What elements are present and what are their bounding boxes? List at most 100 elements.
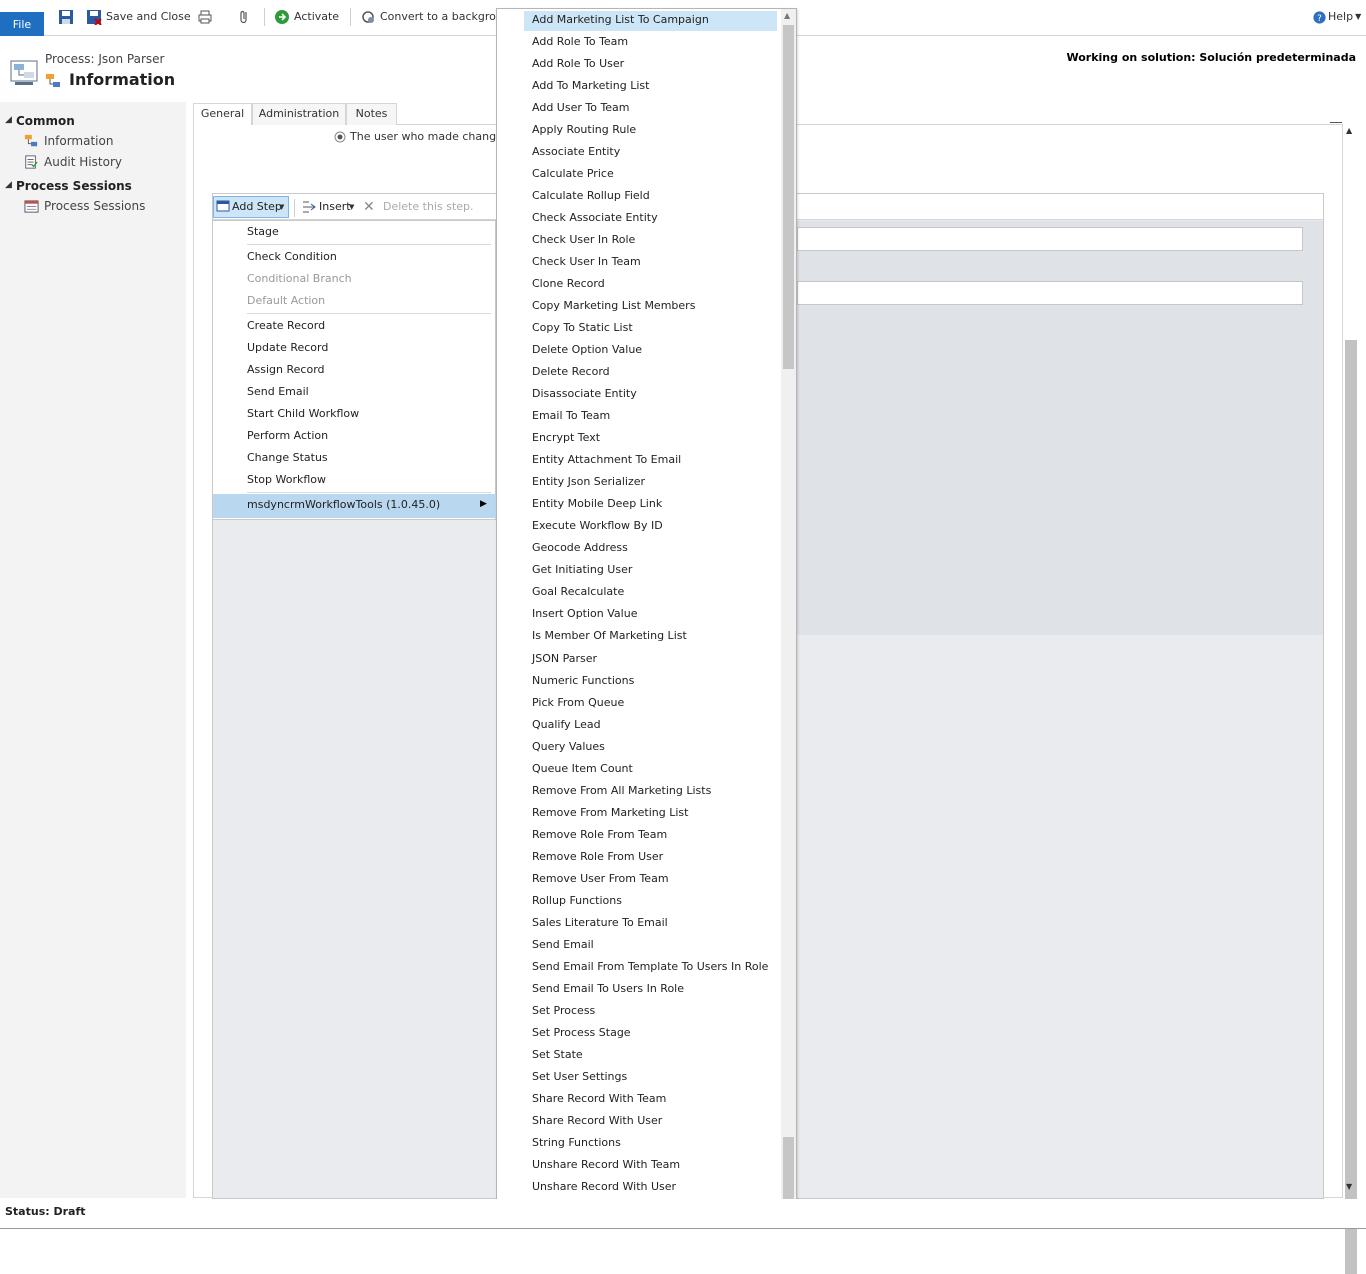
menu-item-start-child-workflow[interactable]: Start Child Workflow — [247, 407, 359, 420]
scroll-down-arrow-icon[interactable]: ▼ — [1346, 1182, 1352, 1191]
submenu-item[interactable]: Unshare Record With User — [532, 1180, 676, 1193]
tab-general[interactable]: General — [193, 103, 252, 125]
submenu-item[interactable]: Encrypt Text — [532, 431, 600, 444]
delete-step-button[interactable]: Delete this step. — [383, 200, 474, 213]
nav-section-common[interactable]: Common — [16, 114, 75, 128]
scrollbar-thumb[interactable] — [1345, 340, 1357, 1274]
menu-item-change-status[interactable]: Change Status — [247, 451, 328, 464]
convert-button[interactable]: Convert to a background — [360, 8, 517, 26]
submenu-item[interactable]: Delete Option Value — [532, 343, 642, 356]
collapse-triangle-icon[interactable]: ◢ — [5, 180, 12, 190]
submenu-item[interactable]: Add Role To Team — [532, 35, 628, 48]
submenu-item[interactable]: Copy Marketing List Members — [532, 299, 695, 312]
submenu-item[interactable]: Get Initiating User — [532, 563, 632, 576]
submenu-item[interactable]: Add Role To User — [532, 57, 624, 70]
add-step-label: Add Step — [232, 200, 282, 213]
submenu-item[interactable]: Unshare Record With Team — [532, 1158, 680, 1171]
scroll-up-arrow-icon[interactable]: ▲ — [1346, 126, 1352, 135]
radio-button[interactable] — [334, 131, 346, 146]
attach-icon[interactable] — [236, 8, 256, 26]
submenu-item[interactable]: Copy To Static List — [532, 321, 633, 334]
submenu-item[interactable]: Remove From Marketing List — [532, 806, 688, 819]
submenu-item[interactable]: Associate Entity — [532, 145, 620, 158]
submenu-item[interactable]: Set Process — [532, 1004, 595, 1017]
svg-text:?: ? — [1317, 13, 1322, 23]
submenu-item[interactable]: String Functions — [532, 1136, 621, 1149]
submenu-item[interactable]: Execute Workflow By ID — [532, 519, 663, 532]
help-icon: ? — [1313, 10, 1326, 23]
submenu-item[interactable]: Send Email — [532, 938, 594, 951]
nav-item-process-sessions[interactable]: Process Sessions — [44, 199, 145, 213]
submenu-item[interactable]: Remove Role From Team — [532, 828, 667, 841]
help-button[interactable]: ? Help ▼ — [1313, 8, 1361, 26]
submenu-item[interactable]: Entity Mobile Deep Link — [532, 497, 662, 510]
submenu-item[interactable]: Add User To Team — [532, 101, 630, 114]
menu-item-create-record[interactable]: Create Record — [247, 319, 325, 332]
submenu-item[interactable]: Calculate Price — [532, 167, 614, 180]
step-field[interactable] — [797, 281, 1303, 305]
submenu-item[interactable]: Delete Record — [532, 365, 610, 378]
activate-button[interactable]: Activate — [274, 8, 339, 26]
print-icon[interactable] — [197, 8, 217, 26]
nav-section-process-sessions[interactable]: Process Sessions — [16, 179, 132, 193]
submenu-item[interactable]: Sales Literature To Email — [532, 916, 668, 929]
submenu-item[interactable]: Apply Routing Rule — [532, 123, 636, 136]
submenu-item[interactable]: Qualify Lead — [532, 718, 601, 731]
submenu-item[interactable]: JSON Parser — [532, 652, 597, 665]
nav-item-audit-history[interactable]: Audit History — [44, 155, 122, 169]
submenu-item[interactable]: Check User In Role — [532, 233, 635, 246]
menu-item-stop-workflow[interactable]: Stop Workflow — [247, 473, 326, 486]
submenu-item[interactable]: Geocode Address — [532, 541, 628, 554]
page-scrollbar[interactable]: ▲ ▼ — [1343, 124, 1359, 1274]
submenu-item[interactable]: Remove User From Team — [532, 872, 669, 885]
scrollbar-thumb-lower[interactable] — [783, 1137, 794, 1205]
submenu-item[interactable]: Send Email To Users In Role — [532, 982, 684, 995]
submenu-item[interactable]: Remove From All Marketing Lists — [532, 784, 711, 797]
nav-item-information[interactable]: Information — [44, 134, 113, 148]
scroll-up-arrow-icon[interactable]: ▲ — [784, 11, 790, 20]
submenu-item[interactable]: Insert Option Value — [532, 607, 637, 620]
submenu-item[interactable]: Email To Team — [532, 409, 610, 422]
submenu-item[interactable]: Check User In Team — [532, 255, 641, 268]
submenu-item[interactable]: Set User Settings — [532, 1070, 627, 1083]
submenu-item[interactable]: Numeric Functions — [532, 674, 634, 687]
collapse-triangle-icon[interactable]: ◢ — [5, 115, 12, 125]
submenu-item[interactable]: Add Marketing List To Campaign — [532, 13, 709, 26]
submenu-item[interactable]: Remove Role From User — [532, 850, 663, 863]
menu-divider — [247, 492, 491, 493]
submenu-item[interactable]: Queue Item Count — [532, 762, 633, 775]
submenu-item[interactable]: Query Values — [532, 740, 605, 753]
file-button[interactable]: File — [0, 12, 44, 36]
menu-item-perform-action[interactable]: Perform Action — [247, 429, 328, 442]
submenu-item[interactable]: Entity Attachment To Email — [532, 453, 681, 466]
submenu-item[interactable]: Pick From Queue — [532, 696, 624, 709]
menu-item-update-record[interactable]: Update Record — [247, 341, 328, 354]
menu-item-assign-record[interactable]: Assign Record — [247, 363, 325, 376]
submenu-item[interactable]: Clone Record — [532, 277, 605, 290]
delete-icon[interactable]: ✕ — [363, 200, 375, 214]
step-field[interactable] — [797, 227, 1303, 251]
submenu-item[interactable]: Share Record With User — [532, 1114, 662, 1127]
submenu-item[interactable]: Set State — [532, 1048, 583, 1061]
submenu-item[interactable]: Goal Recalculate — [532, 585, 624, 598]
submenu-item[interactable]: Is Member Of Marketing List — [532, 629, 687, 642]
tab-administration[interactable]: Administration — [252, 103, 346, 125]
submenu-item[interactable]: Disassociate Entity — [532, 387, 637, 400]
submenu-item[interactable]: Entity Json Serializer — [532, 475, 645, 488]
submenu-item[interactable]: Add To Marketing List — [532, 79, 649, 92]
scrollbar-thumb[interactable] — [783, 25, 794, 369]
save-icon[interactable] — [58, 8, 78, 26]
submenu-item[interactable]: Set Process Stage — [532, 1026, 631, 1039]
submenu-item[interactable]: Rollup Functions — [532, 894, 622, 907]
submenu-item[interactable]: Check Associate Entity — [532, 211, 658, 224]
menu-item-send-email[interactable]: Send Email — [247, 385, 309, 398]
menu-item-stage[interactable]: Stage — [247, 225, 279, 238]
tab-notes[interactable]: Notes — [346, 103, 397, 125]
submenu-item[interactable]: Calculate Rollup Field — [532, 189, 650, 202]
insert-button[interactable]: Insert — [319, 200, 351, 213]
submenu-item[interactable]: Send Email From Template To Users In Rol… — [532, 960, 768, 973]
save-and-close-button[interactable]: Save and Close — [86, 8, 191, 26]
submenu-scrollbar[interactable]: ▲ ▼ — [781, 9, 796, 1221]
submenu-item[interactable]: Share Record With Team — [532, 1092, 666, 1105]
menu-item-check-condition[interactable]: Check Condition — [247, 250, 337, 263]
